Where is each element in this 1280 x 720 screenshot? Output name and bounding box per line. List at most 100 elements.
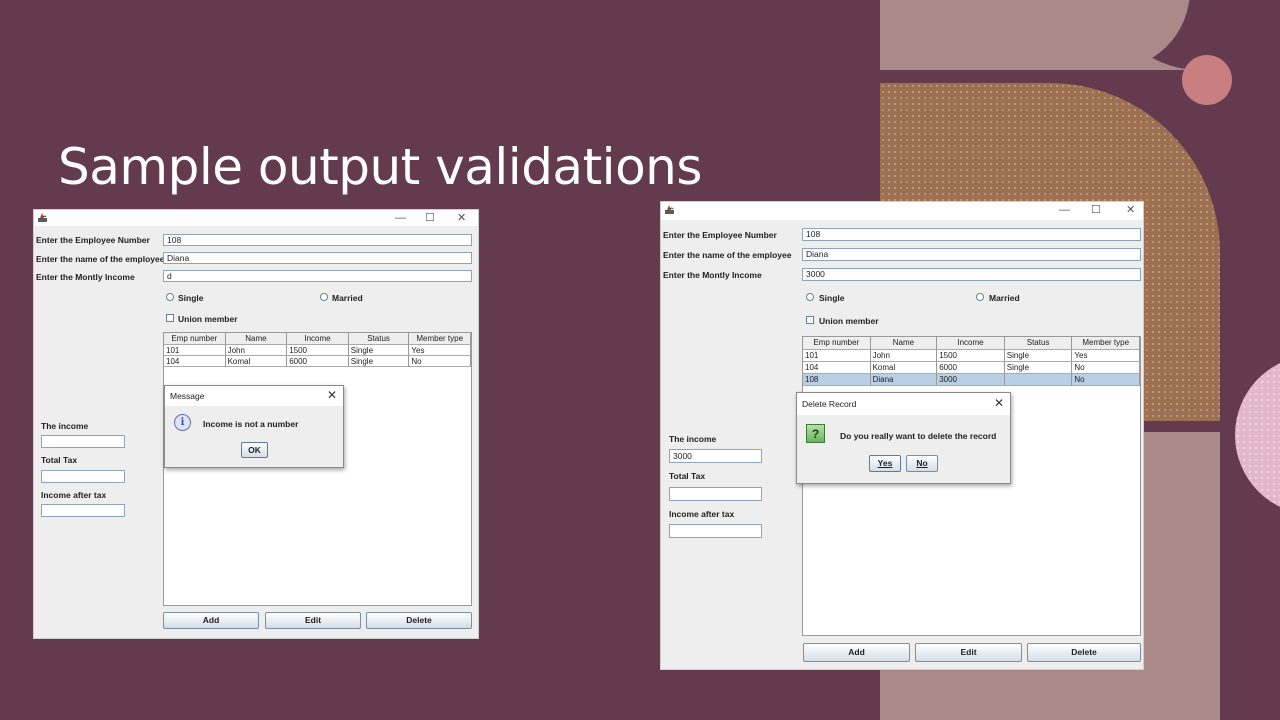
single-radio-label: Single xyxy=(178,293,204,303)
close-button[interactable]: ✕ xyxy=(457,211,466,225)
table-cell: Komal xyxy=(225,356,288,367)
table-header-cell[interactable]: Emp number xyxy=(164,333,226,345)
close-button[interactable]: ✕ xyxy=(1126,203,1135,217)
dialog-close-icon[interactable]: ✕ xyxy=(327,388,337,402)
table-cell: Single xyxy=(1004,362,1073,374)
total-tax-field[interactable] xyxy=(41,470,125,483)
table-header-cell[interactable]: Income xyxy=(287,333,349,345)
table-header-cell[interactable]: Income xyxy=(937,337,1005,350)
maximize-button[interactable]: ☐ xyxy=(425,211,435,225)
income-after-tax-label: Income after tax xyxy=(669,509,735,519)
edit-button[interactable]: Edit xyxy=(265,612,361,629)
single-radio[interactable] xyxy=(806,293,814,301)
window-titlebar: — ☐ ✕ xyxy=(34,210,478,226)
minimize-button[interactable]: — xyxy=(395,211,406,225)
message-dialog: Message ✕ i Income is not a number OK xyxy=(164,385,344,468)
dialog-titlebar: Delete Record ✕ xyxy=(797,393,1010,415)
table-cell: 1500 xyxy=(287,345,349,356)
add-button[interactable]: Add xyxy=(163,612,259,629)
union-member-checkbox[interactable] xyxy=(806,316,814,324)
table-cell: 6000 xyxy=(287,356,349,367)
emp-name-label: Enter the name of the employee xyxy=(36,254,165,264)
table-cell: Single xyxy=(348,356,410,367)
the-income-field[interactable] xyxy=(41,435,125,448)
dialog-close-icon[interactable]: ✕ xyxy=(994,396,1004,410)
income-field[interactable]: 3000 xyxy=(802,268,1141,281)
income-after-tax-field[interactable] xyxy=(41,504,125,517)
table-cell: Komal xyxy=(870,362,938,374)
total-tax-field[interactable] xyxy=(669,487,762,501)
single-radio-label: Single xyxy=(819,293,845,303)
total-tax-label: Total Tax xyxy=(41,455,78,465)
no-button[interactable]: No xyxy=(906,455,938,472)
table-header-cell[interactable]: Name xyxy=(225,333,288,345)
table-cell: Diana xyxy=(870,374,938,386)
emp-name-field[interactable]: Diana xyxy=(163,252,472,264)
table-cell: 6000 xyxy=(937,362,1005,374)
edit-button[interactable]: Edit xyxy=(915,643,1022,662)
table-cell: No xyxy=(1072,362,1140,374)
table-row-selected[interactable]: 108 Diana 3000 No xyxy=(803,374,1140,386)
dialog-titlebar: Message ✕ xyxy=(165,386,343,406)
married-radio-label: Married xyxy=(989,293,1020,303)
table-header-cell[interactable]: Name xyxy=(870,337,938,350)
the-income-label: The income xyxy=(41,421,89,431)
emp-number-field[interactable]: 108 xyxy=(163,234,472,246)
table-cell: Single xyxy=(1004,350,1073,362)
income-label: Enter the Montly Income xyxy=(663,270,762,280)
maximize-button[interactable]: ☐ xyxy=(1091,203,1101,217)
window-titlebar: — ☐ ✕ xyxy=(661,202,1143,220)
emp-number-label: Enter the Employee Number xyxy=(663,230,777,240)
single-radio[interactable] xyxy=(166,293,174,301)
java-app-icon xyxy=(38,213,47,222)
ok-button[interactable]: OK xyxy=(241,442,268,458)
income-after-tax-field[interactable] xyxy=(669,524,762,538)
table-cell: 101 xyxy=(164,345,226,356)
table-row[interactable]: 104 Komal 6000 Single No xyxy=(164,356,471,367)
married-radio-label: Married xyxy=(332,293,363,303)
married-radio[interactable] xyxy=(320,293,328,301)
table-header-cell[interactable]: Status xyxy=(1004,337,1073,350)
table-header-cell[interactable]: Member type xyxy=(1072,337,1140,350)
table-cell: John xyxy=(870,350,938,362)
table-cell: Yes xyxy=(1072,350,1140,362)
table-row[interactable]: 104 Komal 6000 Single No xyxy=(803,362,1140,374)
java-app-icon xyxy=(665,205,674,214)
union-member-label: Union member xyxy=(819,316,879,326)
the-income-label: The income xyxy=(669,434,717,444)
decor-right-dotted-half xyxy=(1235,355,1280,515)
table-header-cell[interactable]: Status xyxy=(348,333,410,345)
emp-number-field[interactable]: 108 xyxy=(802,228,1141,241)
decor-small-circle xyxy=(1182,55,1232,105)
add-button[interactable]: Add xyxy=(803,643,910,662)
table-cell: 104 xyxy=(803,362,871,374)
table-row[interactable]: 101 John 1500 Single Yes xyxy=(803,350,1140,362)
table-cell: John xyxy=(225,345,288,356)
delete-button[interactable]: Delete xyxy=(366,612,472,629)
table-cell: No xyxy=(1072,374,1140,386)
income-field[interactable]: d xyxy=(163,270,472,282)
delete-button[interactable]: Delete xyxy=(1027,643,1141,662)
the-income-field[interactable]: 3000 xyxy=(669,449,762,463)
employee-window-left: — ☐ ✕ Enter the Employee Number 108 Ente… xyxy=(33,209,479,639)
table-header-cell[interactable]: Member type xyxy=(409,333,471,345)
info-icon: i xyxy=(174,414,191,431)
dialog-message: Do you really want to delete the record xyxy=(840,431,997,441)
emp-number-label: Enter the Employee Number xyxy=(36,235,150,245)
total-tax-label: Total Tax xyxy=(669,471,706,481)
table-header-row: Emp number Name Income Status Member typ… xyxy=(803,337,1140,350)
emp-name-field[interactable]: Diana xyxy=(802,248,1141,261)
table-cell: 1500 xyxy=(937,350,1005,362)
delete-record-dialog: Delete Record ✕ ? Do you really want to … xyxy=(796,392,1011,484)
table-row[interactable]: 101 John 1500 Single Yes xyxy=(164,345,471,356)
union-member-checkbox[interactable] xyxy=(166,314,174,322)
emp-name-label: Enter the name of the employee xyxy=(663,250,792,260)
yes-button[interactable]: Yes xyxy=(869,455,901,472)
table-header-cell[interactable]: Emp number xyxy=(803,337,871,350)
married-radio[interactable] xyxy=(976,293,984,301)
minimize-button[interactable]: — xyxy=(1059,203,1070,217)
table-header-row: Emp number Name Income Status Member typ… xyxy=(164,333,471,345)
dialog-title: Message xyxy=(170,391,205,401)
table-cell: Yes xyxy=(409,345,471,356)
employee-table: Emp number Name Income Status Member typ… xyxy=(163,332,472,606)
